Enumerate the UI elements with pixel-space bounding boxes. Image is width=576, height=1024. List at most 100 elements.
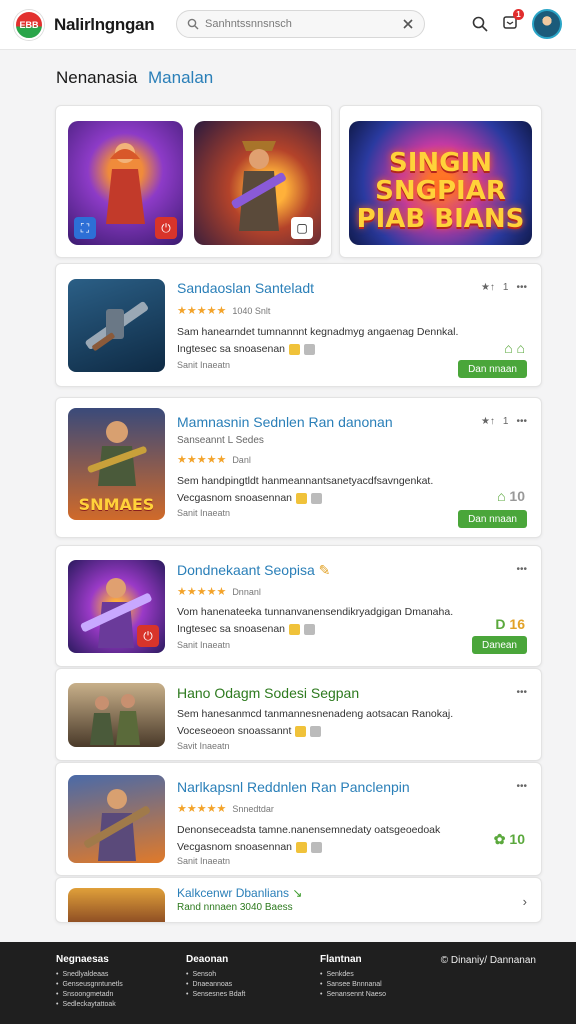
weapon-icon bbox=[85, 301, 148, 351]
notifications-button[interactable]: 1 bbox=[502, 8, 524, 35]
rating-value: Snnedtdar bbox=[232, 804, 274, 814]
description-line: Vom hanenateeka tunnanvanensendikryadgig… bbox=[177, 606, 454, 618]
game-title[interactable]: Narlkapsnl Reddnlen Ran Panclenpin bbox=[177, 779, 410, 795]
warrior-icon bbox=[84, 789, 150, 861]
stat-icons: ⌂ ⌂ bbox=[504, 340, 525, 356]
game-thumbnail[interactable]: SNMAES bbox=[68, 408, 165, 520]
description-line-2: Ingtesec sa snoasenan bbox=[177, 621, 487, 638]
search-icon[interactable] bbox=[472, 16, 488, 32]
rank-value: 1 bbox=[502, 282, 509, 293]
stat-a: D bbox=[495, 616, 506, 632]
footer-link[interactable]: Snedlyaldeaas bbox=[56, 970, 123, 980]
more-icon[interactable]: ••• bbox=[516, 282, 527, 293]
badge-icon bbox=[304, 623, 315, 635]
top-bar: EBB Nalirlngngan 1 bbox=[0, 0, 576, 50]
star-rating: ★★★★★ 1040 Snlt bbox=[177, 305, 271, 317]
search-icon bbox=[187, 18, 199, 30]
power-icon[interactable]: ⏻ bbox=[155, 217, 177, 239]
card-actions: ••• bbox=[516, 781, 527, 792]
description-line-2: Vecgasnom snoasennan bbox=[177, 839, 487, 856]
game-title[interactable]: Kalkcenwr Dbanlians ↘ bbox=[177, 886, 302, 900]
description-text: Vecgasnom snoasennan bbox=[177, 492, 293, 504]
footer-link[interactable]: Sensesnes Bdaft bbox=[186, 990, 245, 1000]
soldier-icon bbox=[87, 421, 147, 486]
rank-icon[interactable]: ★↑ bbox=[481, 416, 495, 427]
game-card[interactable]: Hano Odagm Sodesi Segpan Sem hanesanmcd … bbox=[55, 668, 542, 761]
page-title: Nenanasia Manalan bbox=[56, 68, 213, 88]
footer-heading: Deaonan bbox=[186, 954, 229, 965]
featured-game-1[interactable]: ⛶ ⏻ bbox=[68, 121, 183, 245]
game-card[interactable]: Sandaoslan Santeladt ★★★★★ 1040 Snlt Sam … bbox=[55, 263, 542, 387]
game-title[interactable]: Sandaoslan Santeladt bbox=[177, 280, 314, 296]
game-card[interactable]: ⏻ Dondnekaant Seopisa ✎ ★★★★★ Dnnanl Vom … bbox=[55, 545, 542, 667]
rating-value: 1040 Snlt bbox=[232, 306, 271, 316]
more-icon[interactable]: ••• bbox=[516, 564, 527, 575]
badge-icon bbox=[311, 492, 323, 504]
stat-b: 16 bbox=[509, 616, 525, 632]
footer-link[interactable]: Senkdes bbox=[320, 970, 386, 980]
trophy-icon bbox=[296, 492, 308, 504]
share-icon[interactable]: ⛶ bbox=[74, 217, 96, 239]
game-card[interactable]: SNMAES Mamnasnin Sednlen Ran danonan San… bbox=[55, 397, 542, 538]
footer-column: Deaonan Sensoh Dnaeannoas Sensesnes Bdaf… bbox=[186, 954, 245, 1000]
brand-logo[interactable]: EBB bbox=[14, 9, 44, 40]
game-card[interactable]: Narlkapsnl Reddnlen Ran Panclenpin ★★★★★… bbox=[55, 762, 542, 876]
description-text: Voceseoeon snoassannt bbox=[177, 725, 292, 737]
filter-icon[interactable] bbox=[402, 18, 414, 30]
footer-link[interactable]: Sansee Bnnnanal bbox=[320, 980, 386, 990]
footer-link[interactable]: Snsoongmetadn bbox=[56, 990, 123, 1000]
brand-name[interactable]: Nalirlngngan bbox=[54, 15, 155, 35]
power-icon[interactable]: ⏻ bbox=[137, 625, 159, 647]
game-thumbnail[interactable] bbox=[68, 888, 165, 922]
game-title[interactable]: Hano Odagm Sodesi Segpan bbox=[177, 685, 359, 701]
featured-card-banner: SINGIN SNGPIAR PIAB BIANS bbox=[339, 105, 542, 258]
more-icon[interactable]: ••• bbox=[516, 687, 527, 698]
featured-game-2[interactable]: ▢ bbox=[194, 121, 321, 245]
play-button[interactable]: Dan nnaan bbox=[458, 510, 527, 528]
footer-link[interactable]: Sensoh bbox=[186, 970, 245, 980]
search-input[interactable] bbox=[205, 18, 402, 30]
game-title[interactable]: Mamnasnin Sednlen Ran danonan bbox=[177, 414, 393, 430]
chevron-right-icon[interactable]: › bbox=[523, 894, 527, 909]
footer-link[interactable]: Senansennt Naeso bbox=[320, 990, 386, 1000]
soldier-figure-icon bbox=[231, 141, 286, 231]
footer-column: Flantnan Senkdes Sansee Bnnnanal Senanse… bbox=[320, 954, 386, 1000]
game-description: Denonseceadsta tamne.nanensemnedaty oats… bbox=[177, 822, 487, 856]
game-title[interactable]: Dondnekaant Seopisa ✎ bbox=[177, 562, 330, 579]
page-title-link[interactable]: Manalan bbox=[148, 68, 213, 87]
trophy-icon bbox=[295, 725, 307, 737]
search-bar[interactable] bbox=[176, 10, 425, 38]
play-button[interactable]: Danean bbox=[471, 636, 527, 654]
star-rating: ★★★★★ Dnnanl bbox=[177, 586, 261, 598]
description-text: Ingtesec sa snoasenan bbox=[177, 623, 285, 635]
notification-badge: 1 bbox=[513, 8, 524, 20]
game-description: Sem handpingtldt hanmeannantsanetyacdfsa… bbox=[177, 473, 487, 507]
game-description: Sam hanearndet tumnannnt kegnadmyg angae… bbox=[177, 324, 487, 358]
footer-link[interactable]: Dnaeannoas bbox=[186, 980, 245, 990]
rank-icon[interactable]: ★↑ bbox=[481, 282, 495, 293]
play-button[interactable]: Dan nnaan bbox=[458, 360, 527, 378]
game-card[interactable]: Kalkcenwr Dbanlians ↘ Rand nnnaen 3040 B… bbox=[55, 877, 542, 923]
star-rating: ★★★★★ Snnedtdar bbox=[177, 803, 274, 815]
game-title-text: Kalkcenwr Dbanlians bbox=[177, 886, 290, 900]
badge-icon bbox=[304, 343, 315, 355]
more-icon[interactable]: ••• bbox=[516, 781, 527, 792]
game-meta: Savit Inaeatn bbox=[177, 741, 230, 751]
footer-link[interactable]: Genseusgnntunetls bbox=[56, 980, 122, 990]
user-avatar[interactable] bbox=[532, 9, 562, 39]
footer-link[interactable]: Sedleckaytattoak bbox=[56, 1000, 123, 1010]
logo-text: EBB bbox=[19, 19, 39, 30]
squad-icon bbox=[90, 694, 140, 745]
game-thumbnail[interactable] bbox=[68, 775, 165, 863]
stat-values: D 16 bbox=[495, 616, 525, 632]
more-icon[interactable]: ••• bbox=[516, 416, 527, 427]
stat-number: 10 bbox=[509, 831, 525, 847]
game-thumbnail[interactable]: ⏻ bbox=[68, 560, 165, 653]
fullscreen-icon[interactable]: ▢ bbox=[291, 217, 313, 239]
card-actions: ••• bbox=[516, 564, 527, 575]
stat-icons: ⌂ 10 bbox=[497, 488, 525, 504]
featured-banner-image[interactable]: SINGIN SNGPIAR PIAB BIANS bbox=[349, 121, 532, 245]
game-thumbnail[interactable] bbox=[68, 279, 165, 372]
game-thumbnail[interactable] bbox=[68, 683, 165, 747]
description-text: Vecgasnom snoasennan bbox=[177, 841, 293, 853]
